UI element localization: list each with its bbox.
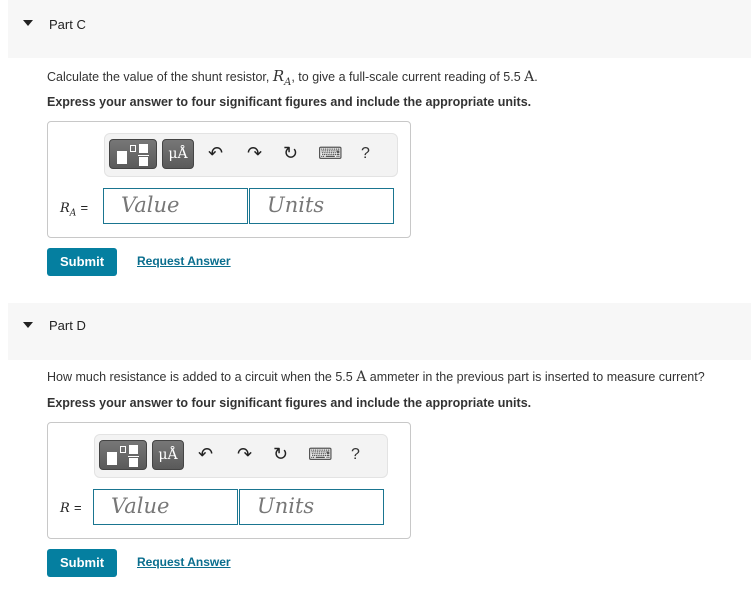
templates-button[interactable] <box>99 440 147 470</box>
question-prompt: How much resistance is added to a circui… <box>47 369 705 385</box>
question-prompt: Calculate the value of the shunt resisto… <box>47 67 538 88</box>
answer-box: μÅ ↶ ↷ ↻ ⌨ ? R = Value Units <box>47 422 411 539</box>
template-denominator <box>129 458 138 467</box>
units-button[interactable]: μÅ <box>162 139 194 169</box>
collapse-triangle-icon[interactable] <box>23 20 33 26</box>
prompt-text: Calculate the value of the shunt resisto… <box>47 70 273 84</box>
template-box-small <box>120 446 126 453</box>
undo-icon[interactable]: ↶ <box>208 143 223 164</box>
answer-label: R = <box>60 500 82 516</box>
part-d-header[interactable]: Part D <box>8 303 751 360</box>
template-numerator <box>129 445 138 454</box>
submit-button[interactable]: Submit <box>47 248 117 276</box>
template-box-small <box>130 145 136 152</box>
submit-button[interactable]: Submit <box>47 549 117 577</box>
units-input[interactable]: Units <box>239 489 384 525</box>
prompt-text: . <box>534 70 538 84</box>
help-icon[interactable]: ? <box>351 446 360 464</box>
value-input[interactable]: Value <box>93 489 238 525</box>
part-title: Part C <box>49 17 86 32</box>
request-answer-link[interactable]: Request Answer <box>137 555 231 569</box>
template-bar <box>128 456 139 457</box>
reset-icon[interactable]: ↻ <box>273 444 288 465</box>
request-answer-link[interactable]: Request Answer <box>137 254 231 268</box>
undo-icon[interactable]: ↶ <box>198 444 213 465</box>
reset-icon[interactable]: ↻ <box>283 143 298 164</box>
instruction-text: Express your answer to four significant … <box>47 396 532 410</box>
prompt-text: How much resistance is added to a circui… <box>47 370 357 384</box>
part-c-header[interactable]: Part C <box>8 0 751 58</box>
math-variable: RA <box>272 67 292 88</box>
instruction-text: Express your answer to four significant … <box>47 95 532 109</box>
keyboard-icon[interactable]: ⌨ <box>308 445 333 465</box>
units-input[interactable]: Units <box>249 188 394 224</box>
math-toolbar: μÅ ↶ ↷ ↻ ⌨ ? <box>94 434 388 478</box>
part-title: Part D <box>49 318 86 333</box>
redo-icon[interactable]: ↷ <box>247 143 262 164</box>
math-unit: A <box>524 69 535 85</box>
template-numerator <box>139 144 148 153</box>
units-button[interactable]: μÅ <box>152 440 184 470</box>
fraction-template-icon <box>107 452 117 465</box>
prompt-text: , to give a full-scale current reading o… <box>291 70 525 84</box>
prompt-text: ammeter in the previous part is inserted… <box>366 370 705 384</box>
template-denominator <box>139 157 148 166</box>
math-unit: A <box>356 369 367 385</box>
math-toolbar: μÅ ↶ ↷ ↻ ⌨ ? <box>104 133 398 177</box>
redo-icon[interactable]: ↷ <box>237 444 252 465</box>
value-input[interactable]: Value <box>103 188 248 224</box>
fraction-template-icon <box>117 151 127 164</box>
templates-button[interactable] <box>109 139 157 169</box>
answer-box: μÅ ↶ ↷ ↻ ⌨ ? RA = Value Units <box>47 121 411 238</box>
help-icon[interactable]: ? <box>361 145 370 163</box>
keyboard-icon[interactable]: ⌨ <box>318 144 343 164</box>
collapse-triangle-icon[interactable] <box>23 322 33 328</box>
answer-label: RA = <box>60 200 89 219</box>
template-bar <box>138 155 149 156</box>
